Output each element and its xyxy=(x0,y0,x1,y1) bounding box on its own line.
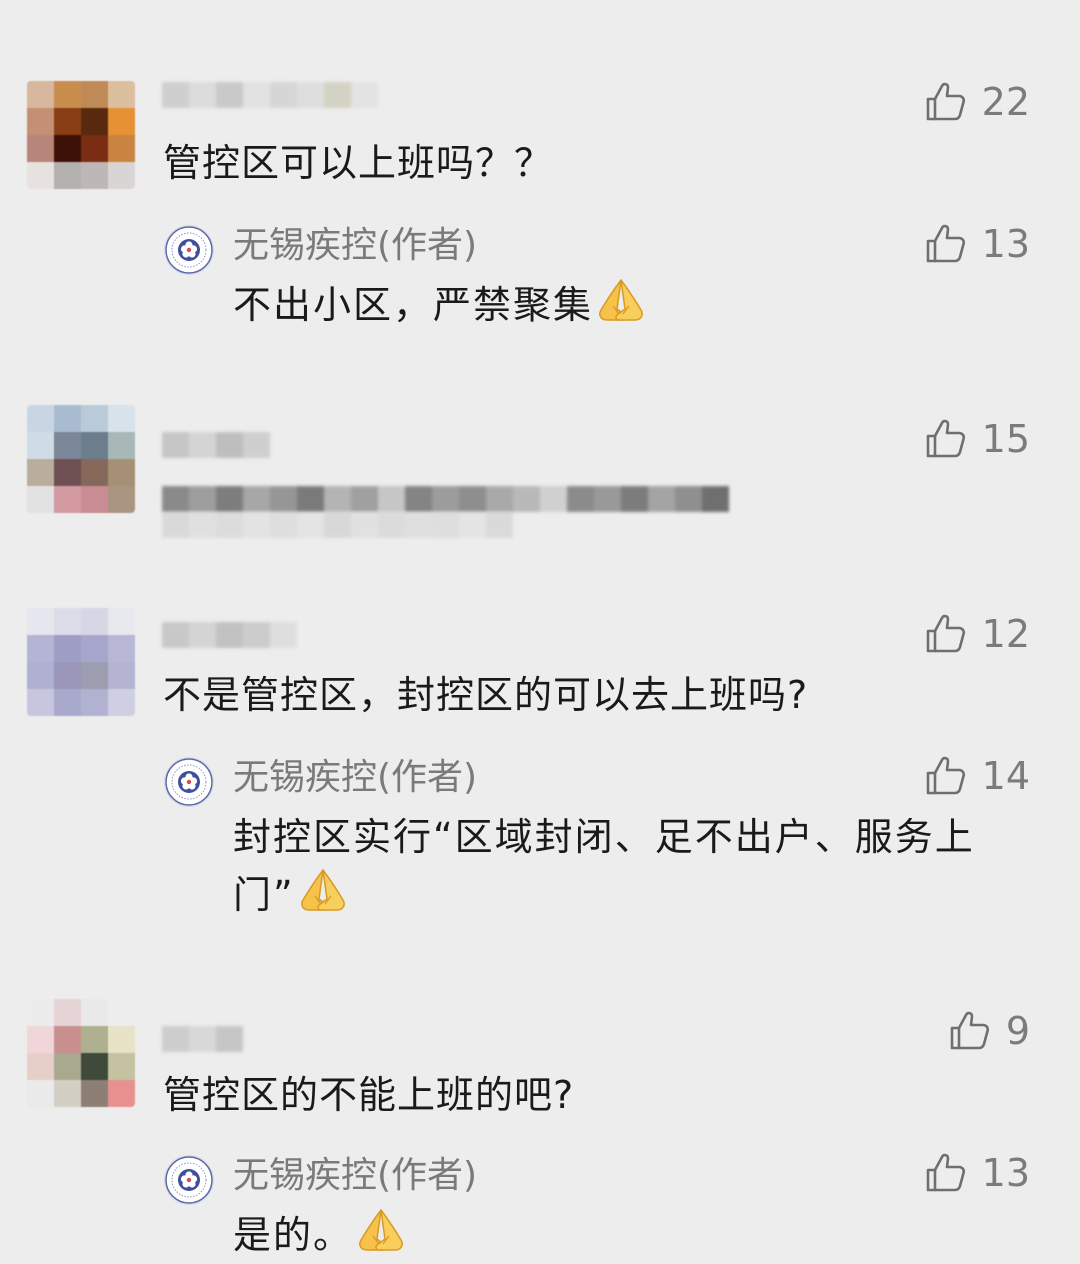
avatar[interactable] xyxy=(27,999,135,1107)
like-count: 12 xyxy=(981,612,1030,656)
like-button[interactable]: 12 xyxy=(924,612,1030,656)
folded-hands-emoji xyxy=(593,276,649,326)
commenter-name[interactable] xyxy=(162,82,378,108)
avatar[interactable] xyxy=(27,608,135,716)
commenter-name[interactable] xyxy=(162,622,297,648)
thumbs-up-icon xyxy=(948,1009,992,1053)
author-avatar[interactable] xyxy=(164,225,214,275)
reply-author-name[interactable]: 无锡疾控(作者) xyxy=(233,756,477,800)
thumbs-up-icon xyxy=(924,1151,968,1195)
reply-text: 是的。 xyxy=(233,1206,1023,1264)
like-count: 13 xyxy=(981,222,1030,266)
like-count: 13 xyxy=(981,1151,1030,1195)
cdc-logo-icon xyxy=(164,1155,214,1205)
like-count: 14 xyxy=(981,754,1030,798)
reply-author-name[interactable]: 无锡疾控(作者) xyxy=(233,1154,477,1198)
thumbs-up-icon xyxy=(924,417,968,461)
reply-like-button[interactable]: 14 xyxy=(924,754,1030,798)
comment-text: 管控区可以上班吗？？ xyxy=(163,141,554,185)
avatar[interactable] xyxy=(27,81,135,189)
folded-hands-emoji xyxy=(295,866,351,916)
author-avatar[interactable] xyxy=(164,1155,214,1205)
avatar[interactable] xyxy=(27,405,135,513)
reply-text-content: 是的。 xyxy=(233,1213,354,1257)
like-button[interactable]: 22 xyxy=(924,80,1030,124)
like-button[interactable]: 15 xyxy=(924,417,1030,461)
cdc-logo-icon xyxy=(164,757,214,807)
reply-like-button[interactable]: 13 xyxy=(924,1151,1030,1195)
commenter-name[interactable] xyxy=(162,1026,243,1052)
comment-text: 管控区的不能上班的吧? xyxy=(163,1073,575,1117)
reply-text: 不出小区，严禁聚集 xyxy=(233,276,1023,334)
thumbs-up-icon xyxy=(924,612,968,656)
reply-like-button[interactable]: 13 xyxy=(924,222,1030,266)
like-button[interactable]: 9 xyxy=(948,1009,1030,1053)
folded-hands-emoji xyxy=(353,1206,409,1256)
reply-author-name[interactable]: 无锡疾控(作者) xyxy=(233,224,477,268)
thumbs-up-icon xyxy=(924,222,968,266)
thumbs-up-icon xyxy=(924,80,968,124)
reply-text: 封控区实行“区域封闭、足不出户、服务上门” xyxy=(233,808,1023,924)
thumbs-up-icon xyxy=(924,754,968,798)
cdc-logo-icon xyxy=(164,225,214,275)
comment-text xyxy=(162,486,729,512)
comment-text-line-2 xyxy=(162,512,513,538)
author-avatar[interactable] xyxy=(164,757,214,807)
commenter-name[interactable] xyxy=(162,432,270,458)
like-count: 22 xyxy=(981,80,1030,124)
comment-text: 不是管控区，封控区的可以去上班吗? xyxy=(163,673,809,717)
like-count: 9 xyxy=(1005,1009,1030,1053)
reply-text-content: 不出小区，严禁聚集 xyxy=(233,283,594,327)
like-count: 15 xyxy=(981,417,1030,461)
